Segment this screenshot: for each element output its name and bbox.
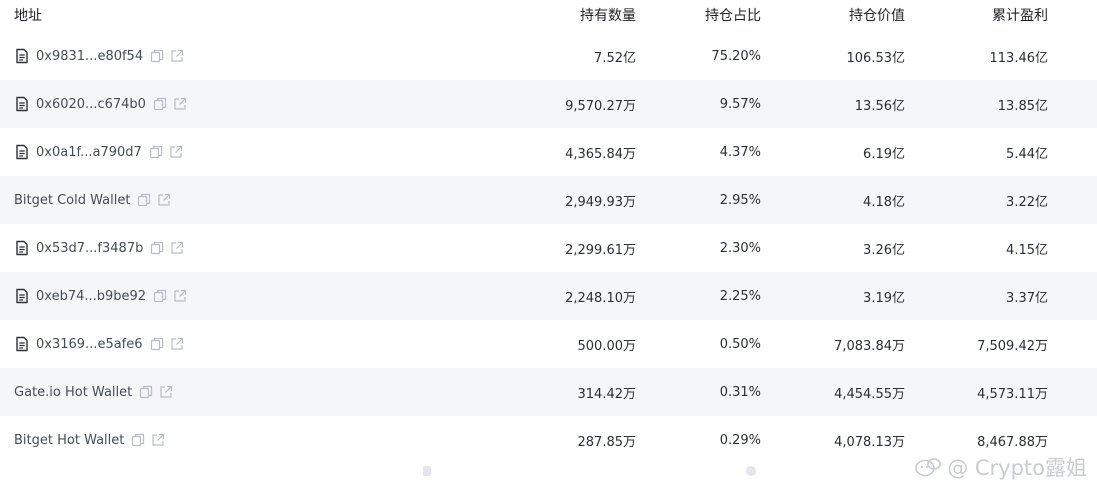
holdings-cell: 4,365.84万 [565,146,636,162]
copy-icon[interactable] [150,49,164,63]
copy-icon[interactable] [150,337,164,351]
address-link[interactable]: 0x3169...e5afe6 [36,337,143,352]
watermark: @ Crypto露姐 [915,452,1087,482]
copy-icon[interactable] [149,145,163,159]
holdings-cell: 2,949.93万 [565,194,636,210]
pnl-cell: 4,573.11万 [977,386,1048,402]
document-icon [14,240,30,256]
pct-cell: 2.30% [719,240,761,256]
table-body: 0x9831...e80f54 7.52亿 75.20% 106.53亿 113.46亿… [0,32,1097,464]
external-link-icon[interactable] [151,433,165,447]
pct-cell: 0.31% [719,384,761,400]
table-row: Gate.io Hot Wallet 314.42万 0.31% 4,454.55万 4… [0,368,1097,416]
pnl-cell: 3.22亿 [1006,194,1048,210]
address-link[interactable]: Gate.io Hot Wallet [14,385,132,400]
copy-icon[interactable] [131,433,145,447]
pnl-cell: 5.44亿 [1006,146,1048,162]
holdings-cell: 314.42万 [577,386,637,402]
external-link-icon[interactable] [170,49,184,63]
table-row: 0x6020...c674b0 9,570.27万 9.57% 13.56亿 13.85… [0,80,1097,128]
address-link[interactable]: 0xeb74...b9be92 [36,289,146,304]
pnl-cell: 113.46亿 [989,50,1049,66]
document-icon [14,288,30,304]
pct-cell: 0.29% [719,432,761,448]
address-cell: 0x9831...e80f54 [14,32,374,80]
document-icon [14,48,30,64]
value-cell: 4,454.55万 [834,386,905,402]
pct-cell: 75.20% [711,48,761,64]
pct-cell: 0.50% [719,336,761,352]
holdings-cell: 500.00万 [577,338,637,354]
document-icon [14,144,30,160]
table-row: 0xeb74...b9be92 2,248.10万 2.25% 3.19亿 3.37亿 [0,272,1097,320]
address-cell: Gate.io Hot Wallet [14,368,374,416]
external-link-icon[interactable] [159,385,173,399]
pnl-cell: 3.37亿 [1006,290,1048,306]
table-row: 0x0a1f...a790d7 4,365.84万 4.37% 6.19亿 5.44亿 [0,128,1097,176]
address-link[interactable]: Bitget Hot Wallet [14,433,124,448]
scroll-marker [746,466,756,476]
address-cell: 0x3169...e5afe6 [14,320,374,368]
copy-icon[interactable] [139,385,153,399]
document-icon [14,336,30,352]
external-link-icon[interactable] [157,193,171,207]
scroll-marker [423,466,431,476]
value-cell: 3.19亿 [863,290,905,306]
table-header: 地址 持有数量 持仓占比 持仓价值 累计盈利 [0,0,1097,32]
table-row: 0x9831...e80f54 7.52亿 75.20% 106.53亿 113.46亿 [0,32,1097,80]
address-link[interactable]: 0x0a1f...a790d7 [36,145,142,160]
address-link[interactable]: 0x6020...c674b0 [36,97,146,112]
value-cell: 4,078.13万 [834,434,905,450]
holdings-cell: 9,570.27万 [565,98,636,114]
watermark-logo-icon [915,458,941,477]
external-link-icon[interactable] [170,241,184,255]
table-row: Bitget Cold Wallet 2,949.93万 2.95% 4.18亿 3.2… [0,176,1097,224]
holders-table: 地址 持有数量 持仓占比 持仓价值 累计盈利 0x9831...e80f54 7.… [0,0,1097,464]
watermark-text: @ Crypto露姐 [947,456,1087,480]
value-cell: 4.18亿 [863,194,905,210]
address-cell: 0xeb74...b9be92 [14,272,374,320]
address-cell: Bitget Hot Wallet [14,416,374,464]
address-cell: 0x6020...c674b0 [14,80,374,128]
address-cell: 0x0a1f...a790d7 [14,128,374,176]
holdings-cell: 7.52亿 [594,50,636,66]
copy-icon[interactable] [150,241,164,255]
table-row: 0x53d7...f3487b 2,299.61万 2.30% 3.26亿 4.15亿 [0,224,1097,272]
external-link-icon[interactable] [169,145,183,159]
holdings-cell: 2,299.61万 [565,242,636,258]
address-cell: Bitget Cold Wallet [14,176,374,224]
external-link-icon[interactable] [173,289,187,303]
address-link[interactable]: 0x9831...e80f54 [36,49,143,64]
value-cell: 7,083.84万 [834,338,905,354]
copy-icon[interactable] [153,289,167,303]
holdings-cell: 2,248.10万 [565,290,636,306]
pct-cell: 4.37% [719,144,761,160]
external-link-icon[interactable] [170,337,184,351]
value-cell: 6.19亿 [863,146,905,162]
pct-cell: 9.57% [719,96,761,112]
value-cell: 106.53亿 [846,50,906,66]
document-icon [14,96,30,112]
pct-cell: 2.25% [719,288,761,304]
value-cell: 13.56亿 [854,98,905,114]
table-row: 0x3169...e5afe6 500.00万 0.50% 7,083.84万 7,50… [0,320,1097,368]
address-link[interactable]: 0x53d7...f3487b [36,241,143,256]
copy-icon[interactable] [153,97,167,111]
pct-cell: 2.95% [719,192,761,208]
value-cell: 3.26亿 [863,242,905,258]
external-link-icon[interactable] [173,97,187,111]
pnl-cell: 13.85亿 [997,98,1048,114]
copy-icon[interactable] [137,193,151,207]
pnl-cell: 7,509.42万 [977,338,1048,354]
holdings-cell: 287.85万 [577,434,637,450]
address-cell: 0x53d7...f3487b [14,224,374,272]
pnl-cell: 4.15亿 [1006,242,1048,258]
address-link[interactable]: Bitget Cold Wallet [14,193,130,208]
